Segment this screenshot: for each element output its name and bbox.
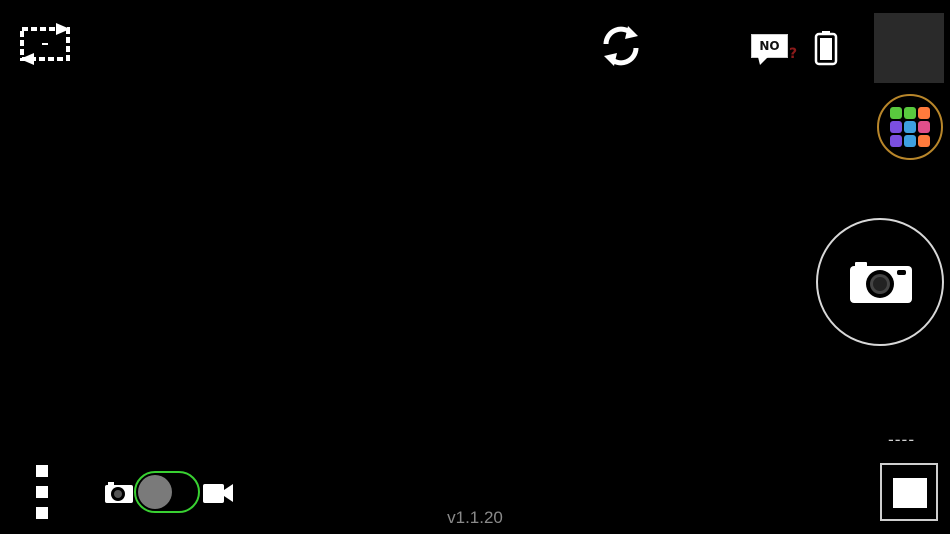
filter-swatch: [904, 121, 916, 133]
three-dots-icon: [36, 507, 48, 519]
shutter-button[interactable]: [816, 218, 944, 346]
filter-swatch: [890, 107, 902, 119]
no-badge-label: NO: [751, 34, 788, 58]
three-dots-icon: [36, 486, 48, 498]
filter-swatch: [918, 107, 930, 119]
filter-swatch: [904, 135, 916, 147]
more-menu-button[interactable]: [30, 462, 54, 524]
filters-button[interactable]: [877, 94, 943, 160]
aspect-ratio-toggle-icon: [20, 23, 70, 65]
camera-viewfinder[interactable]: NO ? ---- v1.1.20: [0, 0, 950, 534]
speech-tail-icon: [758, 57, 768, 65]
filter-grid-icon: [890, 107, 930, 147]
filter-swatch: [918, 121, 930, 133]
last-photo-thumbnail[interactable]: [874, 13, 944, 83]
switch-knob[interactable]: [138, 475, 172, 509]
filter-swatch: [890, 121, 902, 133]
photo-video-switch[interactable]: [134, 471, 200, 513]
battery-indicator: [814, 30, 838, 66]
three-dots-icon: [36, 465, 48, 477]
filter-swatch: [890, 135, 902, 147]
switch-camera-button[interactable]: [598, 22, 644, 70]
filter-swatch: [918, 135, 930, 147]
video-mode-indicator: [202, 481, 234, 505]
filter-swatch: [904, 107, 916, 119]
video-camera-icon: [203, 484, 233, 503]
switch-camera-icon: [603, 26, 639, 66]
counter-dashes: ----: [888, 430, 916, 449]
version-label: v1.1.20: [447, 508, 503, 527]
record-button[interactable]: [880, 463, 938, 521]
aspect-ratio-button[interactable]: [16, 20, 74, 68]
question-mark: ?: [789, 46, 798, 62]
camera-icon: [850, 262, 912, 303]
battery-icon: [814, 31, 838, 66]
photo-mode-indicator: [104, 482, 134, 504]
photo-camera-icon: [105, 482, 133, 503]
stop-icon: [893, 478, 927, 508]
no-signal-badge[interactable]: NO ?: [750, 33, 802, 67]
